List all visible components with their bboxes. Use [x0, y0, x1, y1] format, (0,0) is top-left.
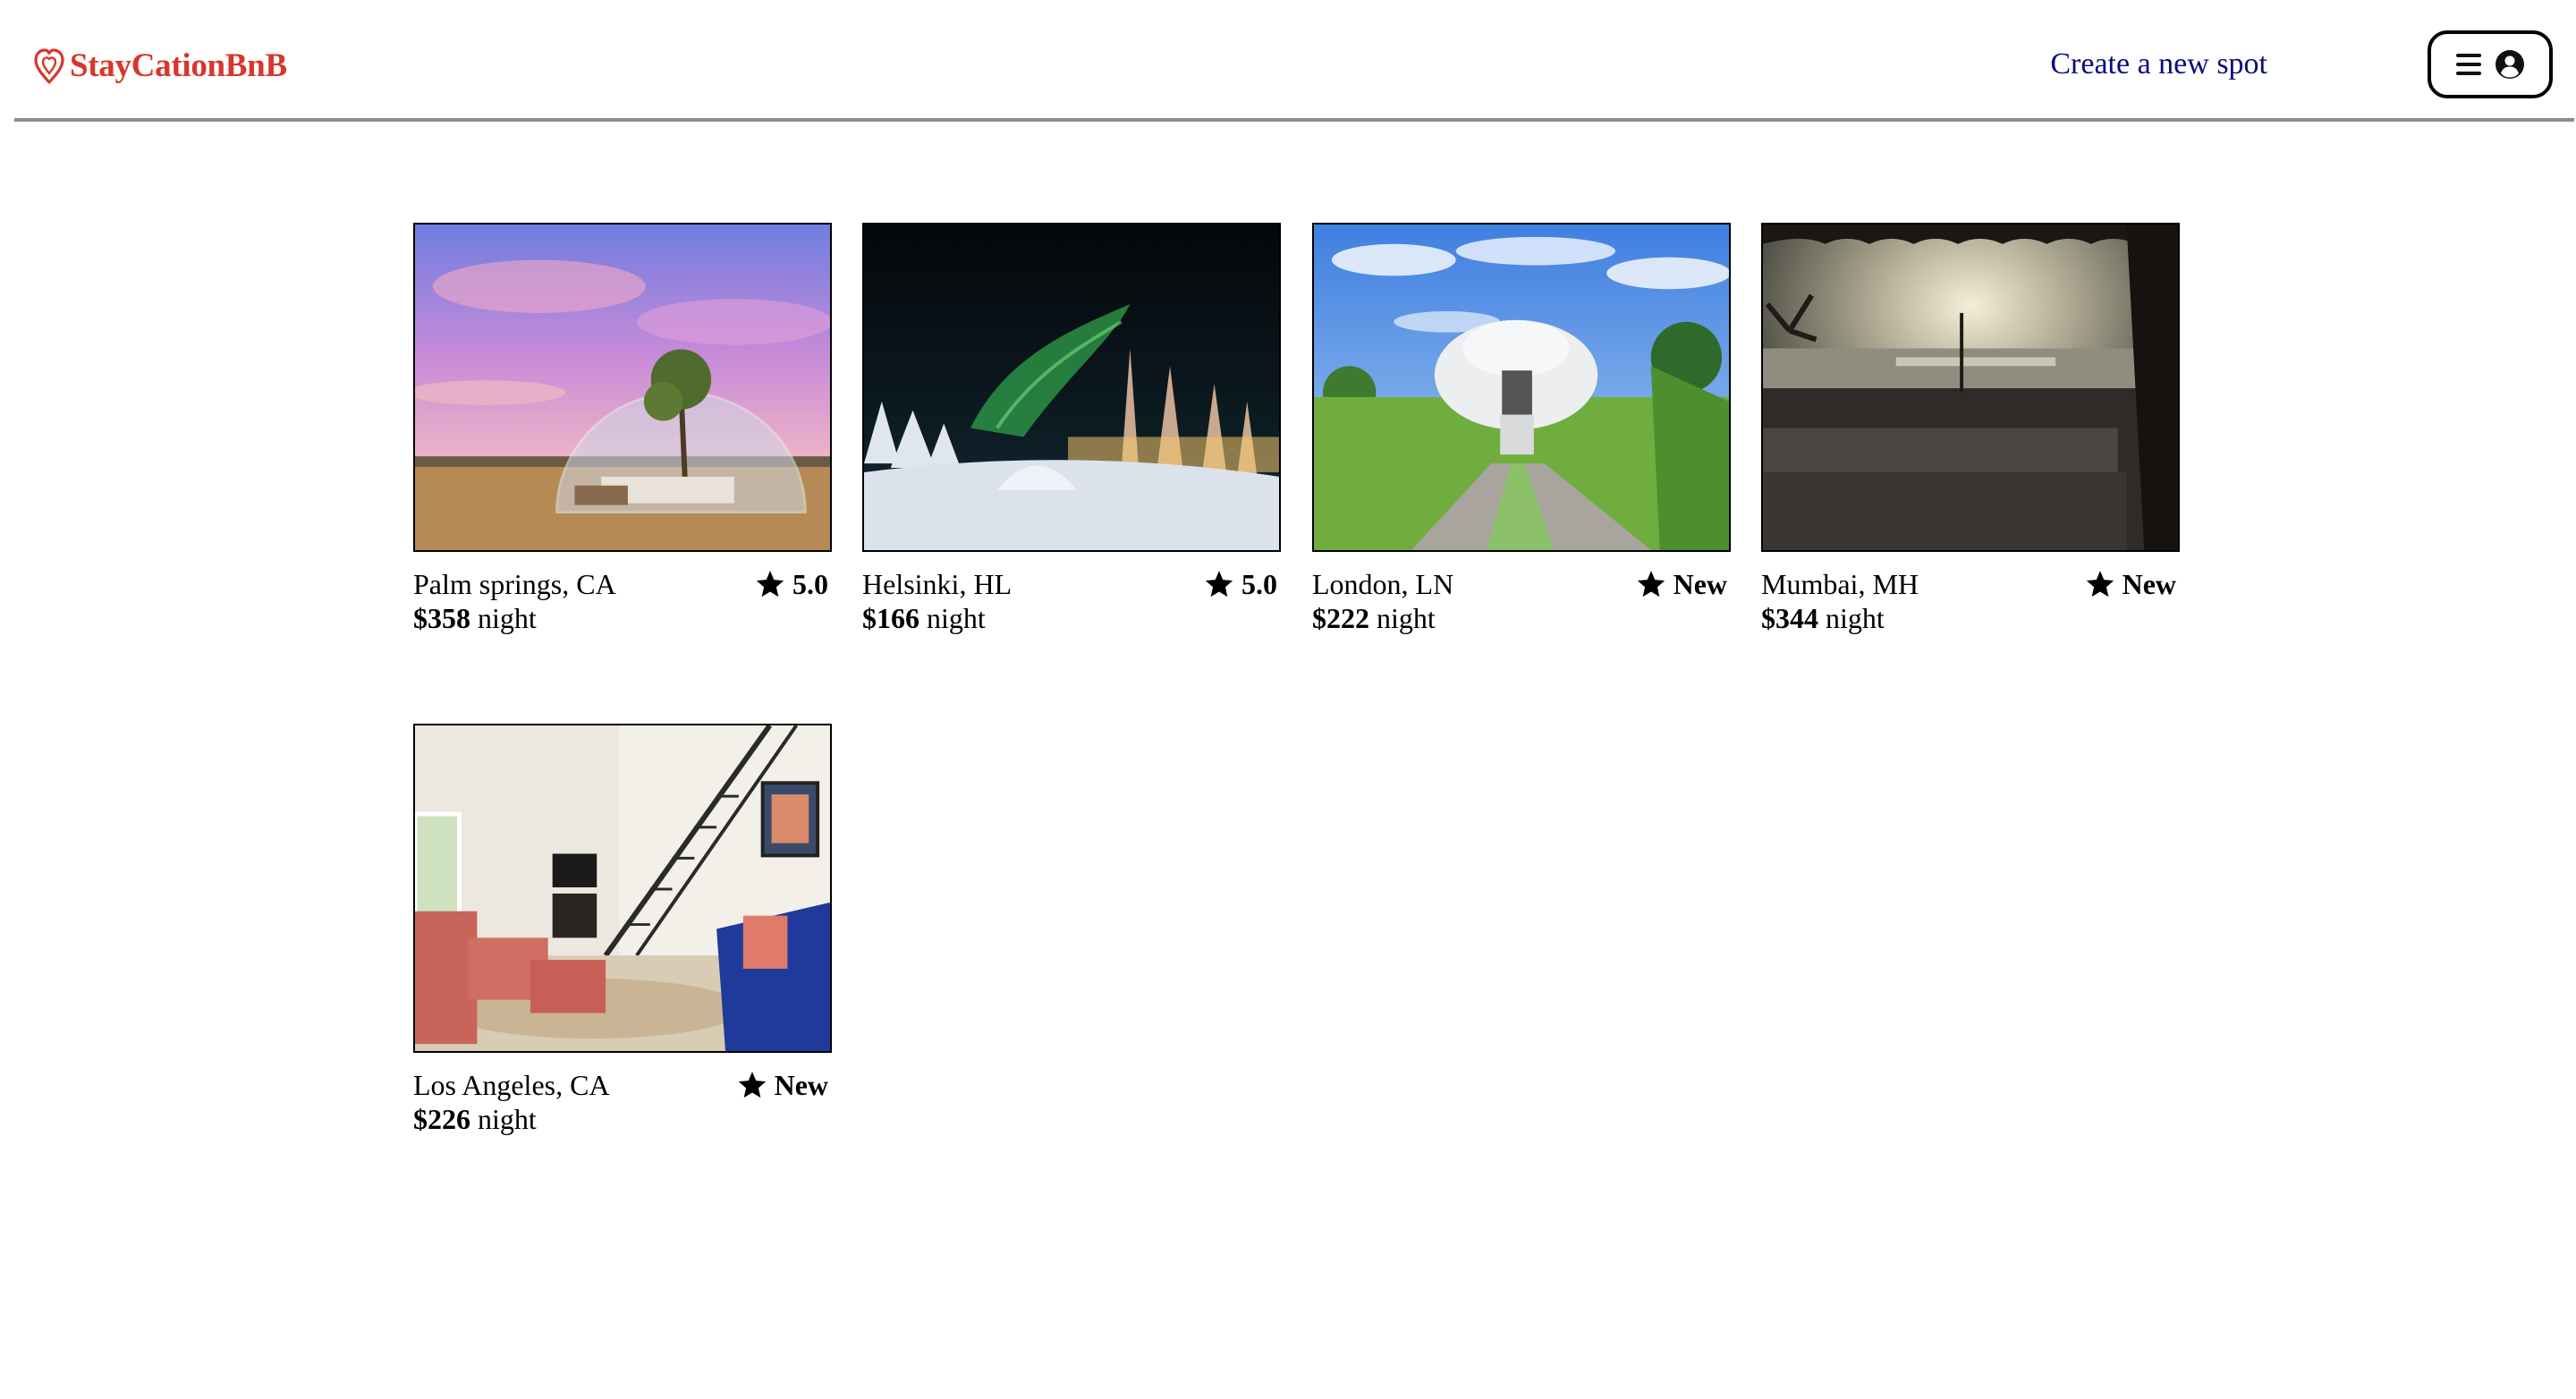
create-spot-link[interactable]: Create a new spot — [2050, 43, 2267, 86]
price-unit: night — [927, 602, 986, 634]
airbnb-logo-icon — [34, 48, 64, 84]
price-unit: night — [478, 602, 537, 634]
spot-card[interactable]: Helsinki, HL 5.0 $166 night — [862, 223, 1281, 634]
spot-price-line: $166 night — [862, 600, 986, 636]
logo-text: StayCationBnB — [70, 47, 287, 84]
spot-rating: New — [737, 1067, 828, 1103]
spot-price-line: $226 night — [413, 1101, 537, 1137]
rating-value: New — [774, 1069, 828, 1101]
spot-image — [1312, 223, 1731, 552]
spot-location: Mumbai, MH — [1761, 568, 1919, 600]
price-unit: night — [1826, 602, 1885, 634]
header-divider — [14, 118, 2574, 122]
spot-location: Los Angeles, CA — [413, 1069, 610, 1101]
price-unit: night — [1377, 602, 1436, 634]
spot-price-line: $344 night — [1761, 600, 1885, 636]
spot-price: $226 — [413, 1103, 470, 1135]
spot-price: $166 — [862, 602, 919, 634]
user-circle-icon — [2496, 50, 2524, 79]
spot-price: $344 — [1761, 602, 1818, 634]
spot-price-line: $358 night — [413, 600, 537, 636]
spot-rating: 5.0 — [755, 566, 828, 602]
rating-value: 5.0 — [792, 568, 828, 600]
star-icon — [738, 1072, 766, 1098]
star-icon — [2086, 571, 2114, 598]
rating-value: New — [2122, 568, 2176, 600]
spot-rating: New — [1636, 566, 1727, 602]
spot-image — [413, 223, 832, 552]
spot-card[interactable]: London, LN New $222 night — [1312, 223, 1731, 634]
spot-price: $222 — [1312, 602, 1369, 634]
rating-value: 5.0 — [1241, 568, 1277, 600]
spot-price: $358 — [413, 602, 470, 634]
spot-location: London, LN — [1312, 568, 1454, 600]
spot-image — [1761, 223, 2180, 552]
spot-card[interactable]: Mumbai, MH New $344 night — [1761, 223, 2180, 634]
star-icon — [1637, 571, 1665, 598]
rating-value: New — [1673, 568, 1727, 600]
spot-card[interactable]: Los Angeles, CA New $226 night — [413, 724, 832, 1135]
spot-location: Palm springs, CA — [413, 568, 616, 600]
price-unit: night — [478, 1103, 537, 1135]
top-nav: StayCationBnB Create a new spot — [0, 0, 2576, 122]
home-logo-link[interactable]: StayCationBnB — [32, 45, 287, 88]
hamburger-icon — [2456, 54, 2481, 75]
star-icon — [756, 571, 784, 598]
spot-rating: 5.0 — [1204, 566, 1277, 602]
spot-rating: New — [2085, 566, 2176, 602]
spot-price-line: $222 night — [1312, 600, 1436, 636]
star-icon — [1205, 571, 1233, 598]
profile-menu-button[interactable] — [2428, 30, 2553, 98]
spot-image — [862, 223, 1281, 552]
spot-card[interactable]: Palm springs, CA 5.0 $358 night — [413, 223, 832, 634]
spot-image — [413, 724, 832, 1053]
spot-location: Helsinki, HL — [862, 568, 1013, 600]
